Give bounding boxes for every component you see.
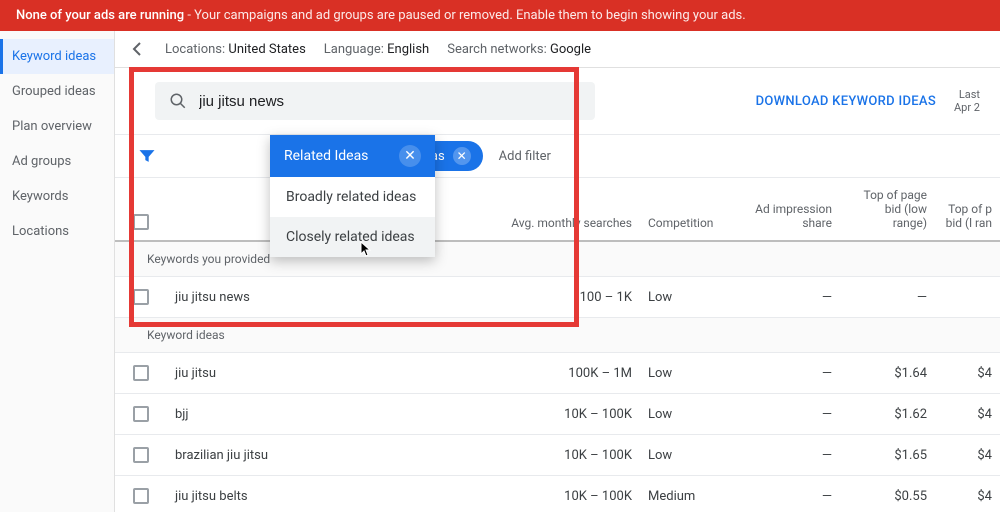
col-bid-high[interactable]: Top of p bid (l ran <box>935 192 1000 240</box>
cell-comp: Low <box>640 395 740 434</box>
cell-avg: 10K – 100K <box>490 395 640 434</box>
download-keyword-ideas-link[interactable]: DOWNLOAD KEYWORD IDEAS <box>756 94 936 109</box>
cell-keyword: jiu jitsu <box>167 354 490 393</box>
cell-comp: Low <box>640 436 740 475</box>
dropdown-option-closely[interactable]: Closely related ideas <box>270 217 435 257</box>
cell-comp: Low <box>640 278 740 317</box>
row-checkbox[interactable] <box>133 365 149 381</box>
row-checkbox[interactable] <box>133 406 149 422</box>
table-row[interactable]: bjj 10K – 100K Low — $1.62 $4 <box>115 394 1000 435</box>
search-box[interactable] <box>155 82 595 120</box>
cell-low: $1.64 <box>840 354 935 393</box>
filter-bar: Exclude adult ideas ✕ Add filter Related… <box>115 134 1000 178</box>
col-competition[interactable]: Competition <box>640 206 740 240</box>
cell-high: $4 <box>935 477 1000 513</box>
row-checkbox[interactable] <box>133 447 149 463</box>
section-ideas: Keyword ideas <box>115 318 1000 353</box>
cell-avg: 100 – 1K <box>490 278 640 317</box>
dropdown-header: Related Ideas ✕ <box>270 135 435 177</box>
table-row[interactable]: brazilian jiu jitsu 10K – 100K Low — $1.… <box>115 435 1000 476</box>
cell-keyword: jiu jitsu news <box>167 278 490 317</box>
related-ideas-dropdown: Related Ideas ✕ Broadly related ideas Cl… <box>270 135 435 257</box>
cell-imp: — <box>740 278 840 317</box>
alert-banner: None of your ads are running - Your camp… <box>0 0 1000 31</box>
cell-high: $4 <box>935 436 1000 475</box>
cell-low: — <box>840 278 935 317</box>
table-row[interactable]: jiu jitsu 100K – 1M Low — $1.64 $4 <box>115 353 1000 394</box>
add-filter-button[interactable]: Add filter <box>499 149 551 164</box>
networks-target[interactable]: Search networks: Google <box>447 42 591 57</box>
sidebar-item-keywords[interactable]: Keywords <box>0 179 114 214</box>
sidebar: Keyword ideas Grouped ideas Plan overvie… <box>0 31 115 512</box>
cell-high: $4 <box>935 395 1000 434</box>
search-row: DOWNLOAD KEYWORD IDEAS Last Apr 2 <box>115 68 1000 134</box>
sidebar-item-ad-groups[interactable]: Ad groups <box>0 144 114 179</box>
cell-high <box>935 285 1000 309</box>
cell-avg: 10K – 100K <box>490 477 640 513</box>
table-row[interactable]: jiu jitsu belts 10K – 100K Medium — $0.5… <box>115 476 1000 512</box>
row-checkbox[interactable] <box>133 488 149 504</box>
sidebar-item-grouped-ideas[interactable]: Grouped ideas <box>0 74 114 109</box>
alert-title: None of your ads are running <box>16 8 184 23</box>
col-impression-share[interactable]: Ad impression share <box>740 192 840 240</box>
cell-comp: Low <box>640 354 740 393</box>
row-checkbox[interactable] <box>133 289 149 305</box>
locations-target[interactable]: Locations: United States <box>165 42 306 57</box>
col-avg-searches[interactable]: Avg. monthly searches <box>490 206 640 240</box>
dropdown-option-broadly[interactable]: Broadly related ideas <box>270 177 435 217</box>
cell-keyword: jiu jitsu belts <box>167 477 490 513</box>
cell-avg: 100K – 1M <box>490 354 640 393</box>
cell-keyword: brazilian jiu jitsu <box>167 436 490 475</box>
cursor-icon <box>358 240 372 258</box>
table-row[interactable]: jiu jitsu news 100 – 1K Low — — <box>115 277 1000 318</box>
date-range[interactable]: Last Apr 2 <box>954 88 980 114</box>
sidebar-item-locations[interactable]: Locations <box>0 214 114 249</box>
close-icon[interactable]: ✕ <box>399 145 421 167</box>
language-target[interactable]: Language: English <box>324 42 429 57</box>
alert-detail: - Your campaigns and ad groups are pause… <box>184 8 746 23</box>
section-provided: Keywords you provided <box>115 242 1000 277</box>
search-icon <box>169 92 187 110</box>
cell-imp: — <box>740 395 840 434</box>
col-bid-low[interactable]: Top of page bid (low range) <box>840 178 935 240</box>
table-header: Keyword Avg. monthly searches Competitio… <box>115 178 1000 242</box>
cell-keyword: bjj <box>167 395 490 434</box>
cell-low: $0.55 <box>840 477 935 513</box>
cell-imp: — <box>740 436 840 475</box>
cell-comp: Medium <box>640 477 740 513</box>
chip-remove-icon[interactable]: ✕ <box>453 147 471 165</box>
sidebar-item-plan-overview[interactable]: Plan overview <box>0 109 114 144</box>
cell-imp: — <box>740 477 840 513</box>
keyword-search-input[interactable] <box>199 93 581 110</box>
sidebar-item-keyword-ideas[interactable]: Keyword ideas <box>0 39 114 74</box>
targeting-bar: Locations: United States Language: Engli… <box>115 31 1000 68</box>
cell-low: $1.65 <box>840 436 935 475</box>
cell-high: $4 <box>935 354 1000 393</box>
main-panel: Locations: United States Language: Engli… <box>115 31 1000 512</box>
select-all-checkbox[interactable] <box>133 214 149 230</box>
back-icon[interactable] <box>127 39 147 59</box>
cell-imp: — <box>740 354 840 393</box>
filter-icon[interactable] <box>135 146 159 166</box>
cell-low: $1.62 <box>840 395 935 434</box>
cell-avg: 10K – 100K <box>490 436 640 475</box>
